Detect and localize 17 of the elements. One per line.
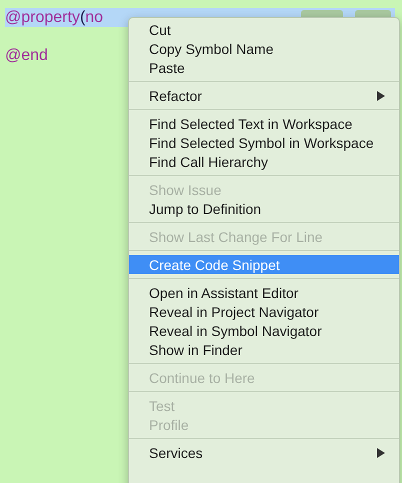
code-text: @end — [5, 46, 48, 64]
menu-item[interactable]: Find Selected Symbol in Workspace — [129, 133, 399, 152]
menu-item[interactable]: Find Selected Text in Workspace — [129, 114, 399, 133]
menu-item[interactable]: Paste — [129, 58, 399, 77]
menu-item[interactable]: Jump to Definition — [129, 199, 399, 218]
menu-item[interactable]: Refactor — [129, 86, 399, 105]
menu-item[interactable]: Reveal in Project Navigator — [129, 302, 399, 321]
menu-item[interactable]: Copy Symbol Name — [129, 39, 399, 58]
submenu-arrow-icon — [377, 90, 385, 100]
menu-item[interactable]: Open in Assistant Editor — [129, 283, 399, 302]
submenu-arrow-icon — [377, 448, 385, 458]
menu-item[interactable]: Find Call Hierarchy — [129, 152, 399, 171]
menu-item[interactable]: Services — [129, 443, 399, 462]
code-text: @property(no — [5, 8, 104, 26]
menu-item[interactable]: Show in Finder — [129, 340, 399, 359]
menu-item[interactable]: Cut — [129, 20, 399, 39]
menu-item[interactable]: Reveal in Symbol Navigator — [129, 321, 399, 340]
